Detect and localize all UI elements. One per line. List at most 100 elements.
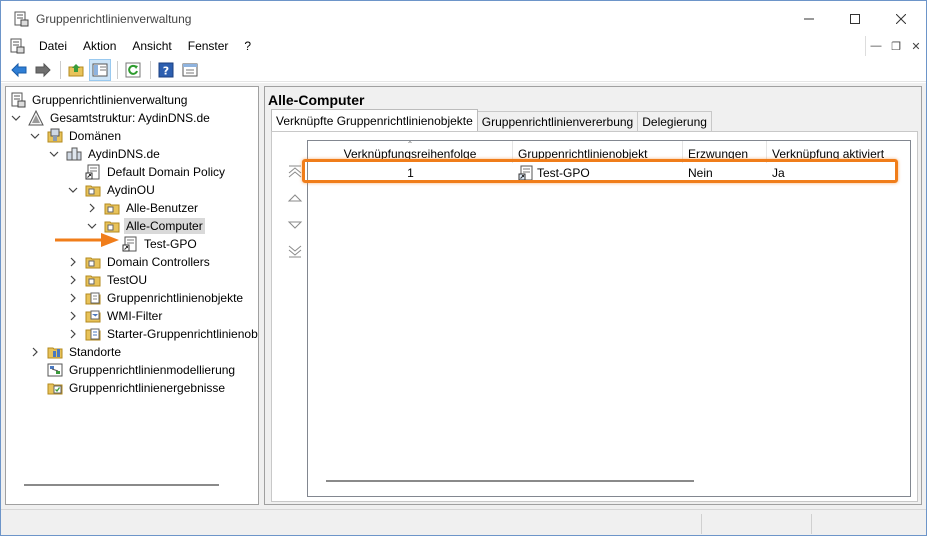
up-button[interactable] <box>65 59 87 81</box>
move-down-icon <box>287 221 303 229</box>
tree-node-aydinou[interactable]: AydinOU <box>67 181 157 199</box>
chevron-right-icon[interactable] <box>67 256 79 268</box>
main-area: Gruppenrichtlinienverwaltung Gesamtstruk… <box>1 83 926 509</box>
move-to-top-button[interactable] <box>286 162 304 180</box>
list-header: ⌃ Verknüpfungsreihenfolge Gruppenrichtli… <box>308 140 910 163</box>
properties-icon <box>182 63 198 76</box>
tree-node-label: AydinOU <box>107 183 155 197</box>
tree-node-starter-gpo[interactable]: Starter-Gruppenrichtlinienob <box>67 325 258 343</box>
tree-node-label: Standorte <box>69 345 122 359</box>
close-button[interactable] <box>878 1 924 37</box>
move-down-button[interactable] <box>286 216 304 234</box>
tree-node-test-gpo[interactable]: Test-GPO <box>122 235 199 253</box>
column-header-gpo[interactable]: Gruppenrichtlinienobjekt <box>513 141 683 163</box>
table-row[interactable]: 1 Test-GPO Nein Ja <box>308 164 910 182</box>
mdi-restore-button[interactable]: ❐ <box>886 36 906 56</box>
cell-link-enabled: Ja <box>772 166 785 180</box>
mdi-close-button[interactable]: ✕ <box>906 36 926 56</box>
forward-button[interactable] <box>32 59 54 81</box>
chevron-right-icon[interactable] <box>67 310 79 322</box>
gpo-folder-icon <box>85 290 101 306</box>
chevron-down-icon[interactable] <box>29 130 41 142</box>
results-icon <box>47 380 63 396</box>
sort-ascending-icon: ⌃ <box>406 140 414 149</box>
tree-node-testou[interactable]: TestOU <box>67 271 149 289</box>
show-hide-tree-button[interactable] <box>89 58 111 81</box>
properties-button[interactable] <box>179 59 201 81</box>
tree-node-domain-aydindns[interactable]: AydinDNS.de <box>48 145 162 163</box>
ou-icon <box>85 254 101 270</box>
minimize-button[interactable] <box>786 1 832 37</box>
tab-linked-gpos[interactable]: Verknüpfte Gruppenrichtlinienobjekte <box>271 109 478 131</box>
chevron-right-icon[interactable] <box>29 346 41 358</box>
tree-node-modellierung[interactable]: Gruppenrichtlinienmodellierung <box>47 361 237 379</box>
close-icon <box>896 14 906 24</box>
chevron-right-icon[interactable] <box>86 202 98 214</box>
menu-ansicht[interactable]: Ansicht <box>124 39 179 53</box>
tree-node-default-domain-policy[interactable]: Default Domain Policy <box>85 163 227 181</box>
gpo-link-icon <box>518 165 533 181</box>
ou-icon <box>104 200 120 216</box>
menu-aktion[interactable]: Aktion <box>75 39 124 53</box>
chevron-right-icon[interactable] <box>67 328 79 340</box>
tree-node-wmi-filter[interactable]: WMI-Filter <box>67 307 164 325</box>
tree-node-standorte[interactable]: Standorte <box>29 343 123 361</box>
minimize-icon <box>804 18 814 20</box>
tree-node-label: WMI-Filter <box>107 309 163 323</box>
ou-icon <box>85 272 101 288</box>
list-horizontal-scrollbar[interactable] <box>326 480 694 482</box>
column-header-link-order[interactable]: ⌃ Verknüpfungsreihenfolge <box>308 140 513 163</box>
mdi-minimize-button[interactable]: — <box>866 36 886 56</box>
tree-node-label: Gruppenrichtlinienobjekte <box>107 291 244 305</box>
tree-horizontal-scrollbar[interactable] <box>24 484 219 486</box>
tree-node-forest[interactable]: Gesamtstruktur: AydinDNS.de <box>10 109 212 127</box>
status-bar-divider <box>701 514 702 534</box>
details-pane: Alle-Computer Verknüpfte Gruppenrichtlin… <box>264 86 922 505</box>
tree-node-label: Domänen <box>69 129 122 143</box>
status-bar-divider <box>811 514 812 534</box>
menu-help[interactable]: ? <box>236 39 259 53</box>
tab-delegation[interactable]: Delegierung <box>637 111 712 131</box>
move-to-bottom-button[interactable] <box>286 243 304 261</box>
gpo-name: Test-GPO <box>537 166 590 180</box>
column-header-label: Verknüpfung aktiviert <box>772 147 885 161</box>
chevron-right-icon[interactable] <box>67 292 79 304</box>
tree-node-label: Starter-Gruppenrichtlinienob <box>107 327 258 341</box>
maximize-button[interactable] <box>832 1 878 37</box>
column-header-link-enabled[interactable]: Verknüpfung aktiviert <box>767 141 910 163</box>
linked-gpo-list: ⌃ Verknüpfungsreihenfolge Gruppenrichtli… <box>307 140 911 497</box>
chevron-down-icon[interactable] <box>67 184 79 196</box>
wmi-folder-icon <box>85 308 101 324</box>
domain-icon <box>66 146 82 162</box>
tree-node-ergebnisse[interactable]: Gruppenrichtlinienergebnisse <box>47 379 227 397</box>
chevron-right-icon[interactable] <box>67 274 79 286</box>
gpmc-app-icon <box>14 11 29 27</box>
toolbar-separator <box>60 60 61 79</box>
column-header-enforced[interactable]: Erzwungen <box>683 141 767 163</box>
tree-node-alle-benutzer[interactable]: Alle-Benutzer <box>86 199 200 217</box>
refresh-button[interactable] <box>122 59 144 81</box>
menu-fenster[interactable]: Fenster <box>180 39 237 53</box>
forward-arrow-icon <box>35 62 51 77</box>
help-button[interactable]: ? <box>155 59 177 81</box>
tree-node-gpmc-root[interactable]: Gruppenrichtlinienverwaltung <box>10 91 189 109</box>
toolbar-separator <box>117 60 118 79</box>
link-order-buttons <box>286 162 304 270</box>
move-to-bottom-icon <box>288 245 302 258</box>
tree-node-gpo-container[interactable]: Gruppenrichtlinienobjekte <box>67 289 245 307</box>
tree-node-label: Gruppenrichtlinienmodellierung <box>69 363 236 377</box>
back-button[interactable] <box>8 59 30 81</box>
tree-node-domain-controllers[interactable]: Domain Controllers <box>67 253 212 271</box>
chevron-down-icon[interactable] <box>10 112 22 124</box>
gpmc-menu-icon[interactable] <box>9 38 25 54</box>
tab-strip: Verknüpfte Gruppenrichtlinienobjekte Gru… <box>271 109 712 131</box>
tree-node-domains[interactable]: Domänen <box>29 127 123 145</box>
ou-icon <box>85 182 101 198</box>
starter-folder-icon <box>85 326 101 342</box>
help-icon: ? <box>158 62 174 77</box>
move-up-button[interactable] <box>286 189 304 207</box>
tab-inheritance[interactable]: Gruppenrichtlinienvererbung <box>476 111 639 131</box>
menu-datei[interactable]: Datei <box>31 39 75 53</box>
chevron-down-icon[interactable] <box>48 148 60 160</box>
tree-node-label: TestOU <box>107 273 148 287</box>
